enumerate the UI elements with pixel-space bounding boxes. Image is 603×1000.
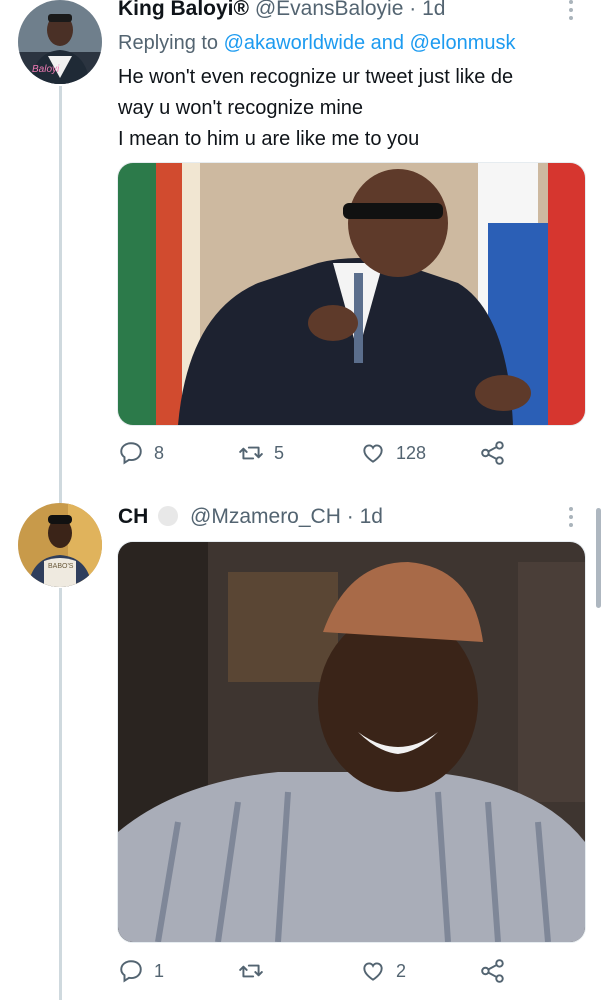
timestamp[interactable]: 1d [360, 505, 383, 528]
share-icon [481, 441, 504, 465]
retweet-icon [239, 446, 263, 460]
avatar-logo-text: Baloyi [32, 64, 60, 75]
thread-line [59, 86, 62, 505]
reply-icon [120, 960, 142, 983]
scrollbar[interactable] [596, 508, 601, 608]
reply-count: 8 [154, 442, 165, 463]
share-button[interactable] [480, 440, 506, 466]
tweet-header: CH @Mzamero_CH · 1d [118, 505, 383, 529]
retweet-icon [239, 964, 263, 978]
tweet-text-line: He won't even recognize ur tweet just li… [118, 66, 514, 88]
retweet-count: 5 [274, 442, 285, 463]
like-icon [363, 962, 383, 981]
user-handle[interactable]: @EvansBaloyie [255, 0, 404, 20]
replying-users-link[interactable]: @akaworldwide and @elonmusk [224, 32, 516, 54]
tweet-actions: 1 2 [118, 958, 518, 988]
tweet-text: He won't even recognize ur tweet just li… [118, 62, 578, 155]
thread-line-2 [59, 588, 62, 1000]
more-icon[interactable] [569, 507, 573, 531]
avatar-shirt-text: BABO'S [48, 563, 74, 570]
tweet-image[interactable] [117, 162, 586, 426]
separator-dot: · [346, 505, 354, 528]
share-button[interactable] [480, 958, 506, 984]
badge-icon [158, 506, 179, 526]
like-count: 2 [396, 960, 407, 981]
reply-icon [120, 442, 142, 465]
avatar[interactable]: Baloyi [18, 0, 102, 84]
share-icon [481, 959, 504, 983]
display-name[interactable]: King Baloyi® [118, 0, 249, 20]
like-count: 128 [396, 442, 427, 463]
like-button[interactable]: 128 [360, 440, 426, 466]
separator-dot: · [409, 0, 417, 20]
tweet-text-line: I mean to him u are like me to you [118, 128, 420, 150]
replying-to: Replying to @akaworldwide and @elonmusk [118, 32, 515, 55]
tweet-header: King Baloyi® @EvansBaloyie · 1d [118, 0, 445, 21]
like-icon [363, 444, 383, 463]
user-handle[interactable]: @Mzamero_CH [190, 505, 341, 528]
like-button[interactable]: 2 [360, 958, 406, 984]
display-name[interactable]: CH [118, 505, 148, 528]
reply-count: 1 [154, 960, 165, 981]
more-icon[interactable] [569, 0, 573, 24]
reply-button[interactable]: 8 [118, 440, 164, 466]
replying-prefix: Replying to [118, 32, 219, 54]
retweet-button[interactable]: 5 [238, 440, 284, 466]
reply-button[interactable]: 1 [118, 958, 164, 984]
tweet-actions: 8 5 128 [118, 440, 518, 470]
retweet-button[interactable] [238, 958, 274, 984]
tweet-text-line: way u won't recognize mine [118, 97, 364, 119]
timestamp[interactable]: 1d [422, 0, 445, 20]
tweet-image[interactable] [117, 541, 586, 943]
avatar[interactable]: BABO'S [18, 503, 102, 587]
